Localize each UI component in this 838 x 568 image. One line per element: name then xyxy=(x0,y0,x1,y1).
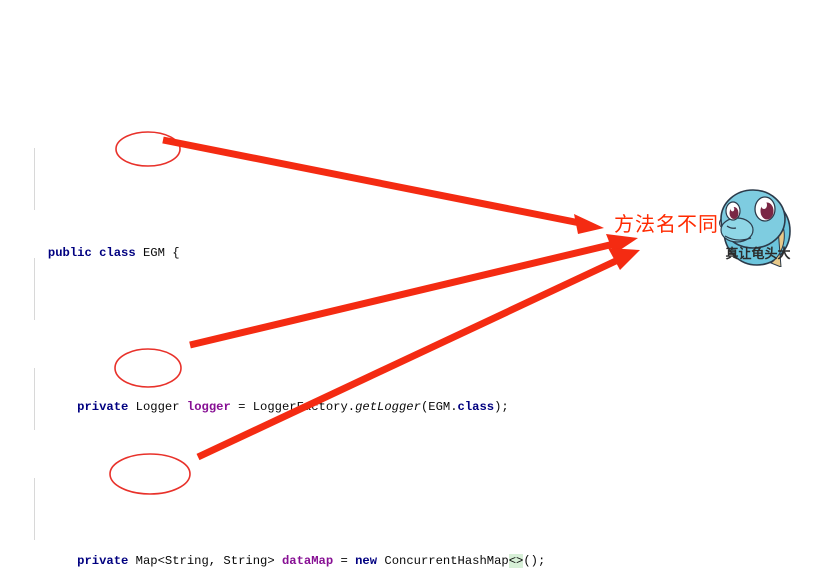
token-punct: (EGM. xyxy=(420,400,458,414)
code-line[interactable]: private Logger logger = LoggerFactory.ge… xyxy=(0,374,838,414)
indent-guide xyxy=(34,258,35,320)
token-keyword: private xyxy=(77,554,136,568)
annotation-note-text: 方法名不同 xyxy=(614,212,719,236)
token-field: logger xyxy=(186,400,239,414)
token-diamond-highlight: <> xyxy=(508,554,524,568)
token-keyword: class xyxy=(457,400,495,414)
token-type: Logger xyxy=(135,400,187,414)
token-type: EGM { xyxy=(142,246,180,260)
indent-guide xyxy=(34,148,35,210)
token-punct: ); xyxy=(494,400,509,414)
token-method: getLogger xyxy=(355,400,421,414)
token-keyword: private xyxy=(77,400,136,414)
token-operator: = LoggerFactory. xyxy=(238,400,356,414)
token-type: Map<String, String> xyxy=(135,554,282,568)
code-line[interactable]: private Map<String, String> dataMap = ne… xyxy=(0,528,838,568)
token-punct: (); xyxy=(523,554,546,568)
token-type: ConcurrentHashMap xyxy=(384,554,509,568)
screenshot-root: public class EGM { private Logger logger… xyxy=(0,0,838,568)
meme-caption: 真让龟头大 xyxy=(725,247,791,262)
token-keyword: public class xyxy=(47,246,143,260)
code-editor-pane[interactable]: public class EGM { private Logger logger… xyxy=(0,0,838,568)
token-operator: = xyxy=(340,554,356,568)
token-keyword: new xyxy=(355,554,385,568)
token-field: dataMap xyxy=(281,554,341,568)
